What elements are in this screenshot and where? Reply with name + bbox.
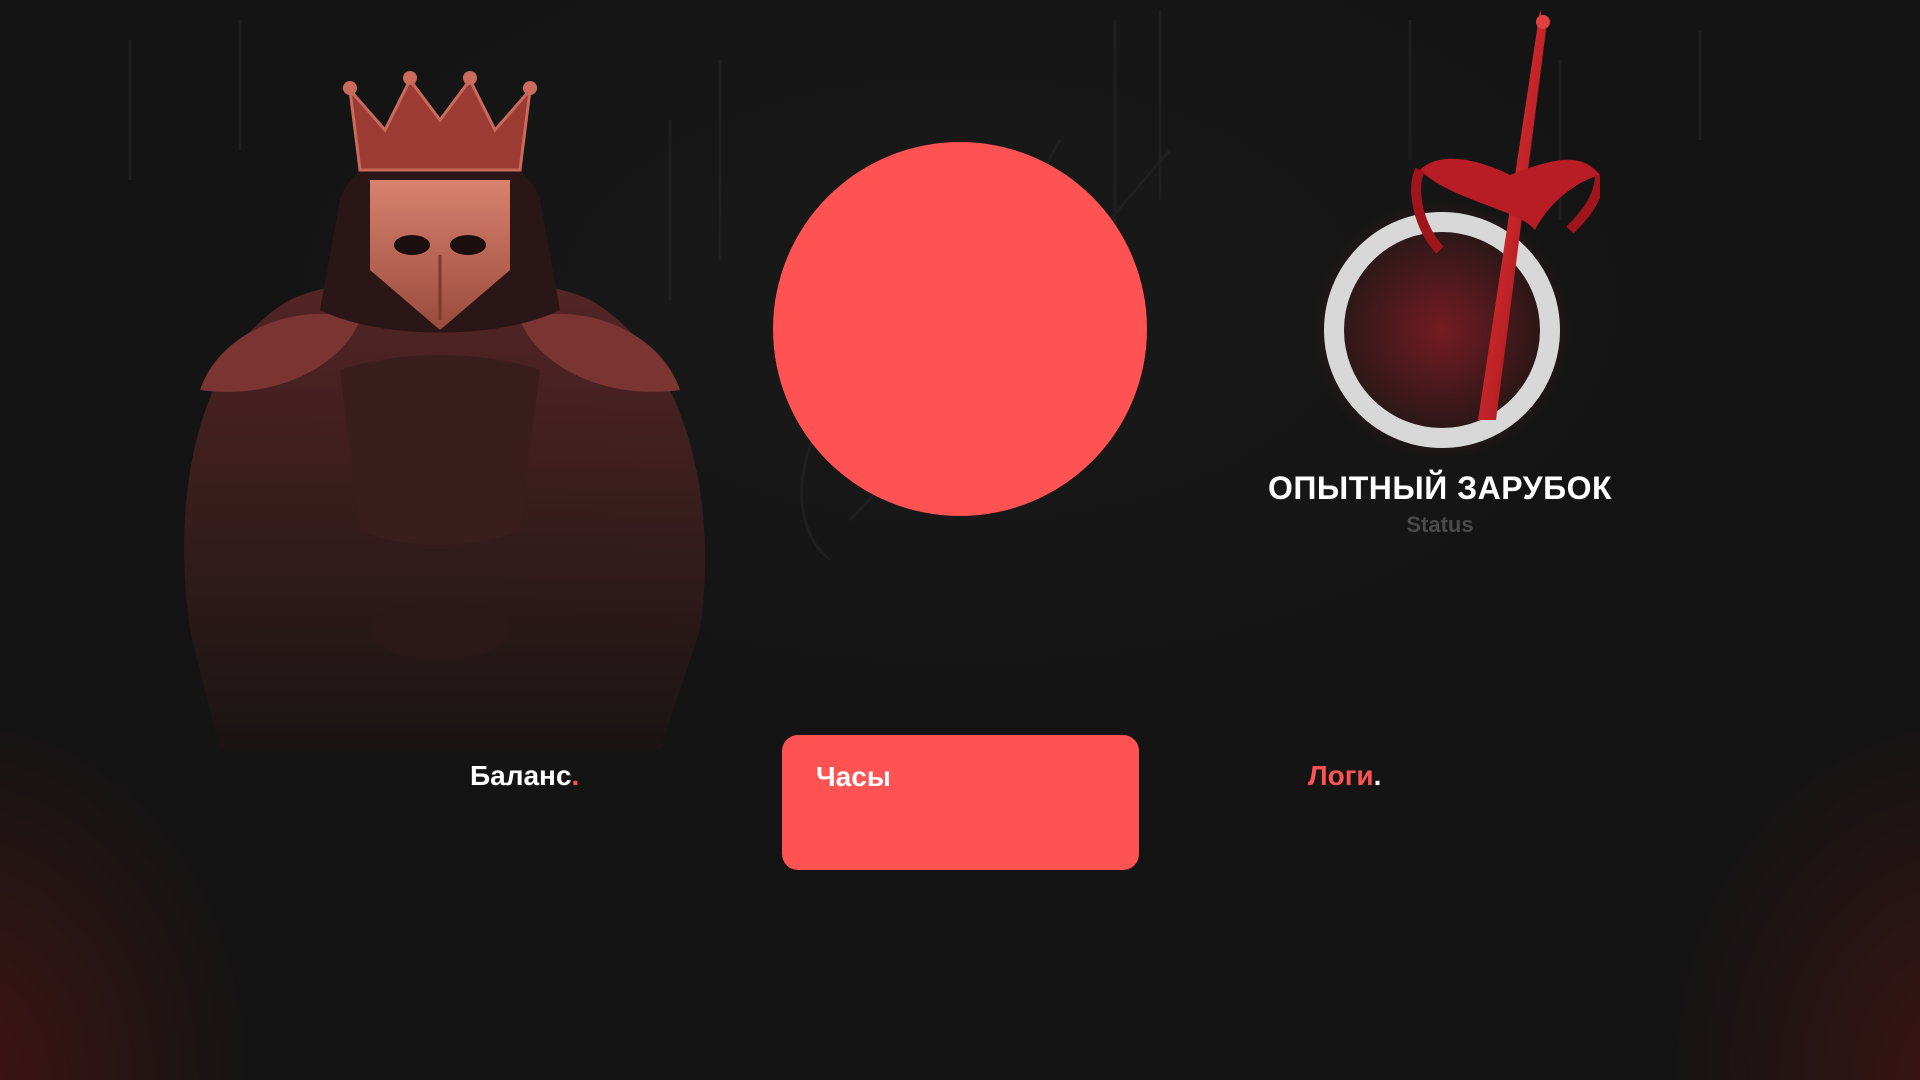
tab-balance[interactable]: Баланс.: [470, 760, 579, 792]
profile-screen: ОПЫТНЫЙ ЗАРУБОК Status Баланс. Часы Логи…: [0, 0, 1920, 1080]
tab-logs-label: Логи: [1308, 760, 1374, 791]
tab-hours-label: Часы: [816, 761, 891, 792]
tab-balance-label: Баланс: [470, 760, 572, 791]
tab-balance-dot: .: [571, 760, 580, 791]
tab-logs-dot: .: [1373, 760, 1382, 791]
tab-hours[interactable]: Часы: [782, 735, 1139, 870]
sword-ring-icon: [1312, 10, 1600, 460]
knight-illustration: [184, 71, 706, 750]
avatar[interactable]: [773, 142, 1147, 516]
tab-logs[interactable]: Логи.: [1308, 760, 1381, 792]
status-subtitle: Status: [1406, 512, 1474, 537]
status-title: ОПЫТНЫЙ ЗАРУБОК: [1268, 470, 1612, 506]
